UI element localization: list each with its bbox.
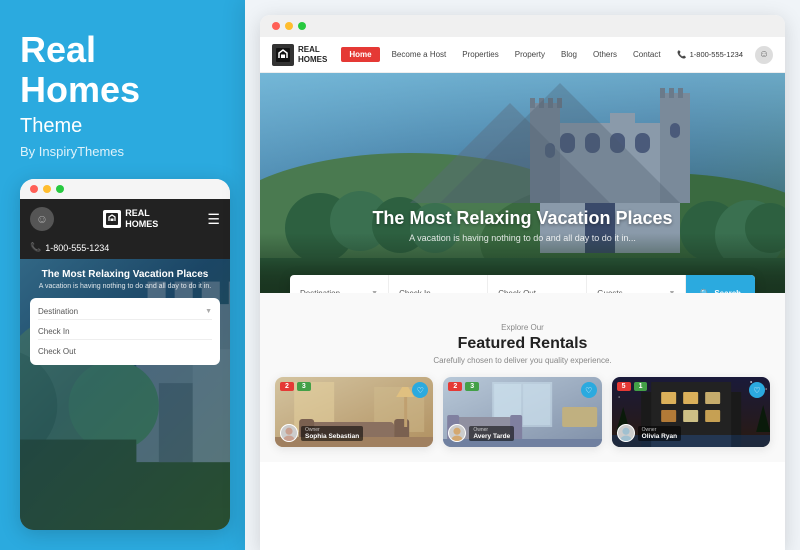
- property-card-3[interactable]: 5 1 ♡ Owner Olivia Ryan: [612, 377, 770, 447]
- minimize-dot: [43, 185, 51, 193]
- theme-by: By InspiryThemes: [20, 144, 230, 159]
- search-destination-field[interactable]: Destination ▼: [290, 275, 389, 293]
- nav-home-button[interactable]: Home: [341, 47, 379, 62]
- search-guests-field[interactable]: Guests ▼: [587, 275, 686, 293]
- guests-chevron-icon: ▼: [668, 290, 675, 294]
- nav-blog[interactable]: Blog: [557, 48, 581, 61]
- nav-phone: 📞 1-800-555-1234: [677, 50, 743, 59]
- mobile-hero-content: The Most Relaxing Vacation Places A vaca…: [30, 269, 220, 365]
- desktop-maximize-dot: [298, 22, 306, 30]
- card-3-badge-bath: 1: [634, 382, 648, 391]
- card-1-owner-avatar: [280, 424, 298, 442]
- card-3-owner: Owner Olivia Ryan: [617, 424, 681, 442]
- right-panel: REAL HOMES Home Become a Host Properties…: [245, 0, 800, 550]
- desktop-window: REAL HOMES Home Become a Host Properties…: [260, 15, 785, 550]
- mobile-phone-bar: 📞 1-800-555-1234: [20, 239, 230, 259]
- mobile-nav: ☺ REAL HOMES ☰: [20, 199, 230, 239]
- featured-rentals-section: Explore Our Featured Rentals Carefully c…: [260, 293, 785, 462]
- nav-user-icon[interactable]: ☺: [755, 46, 773, 64]
- desktop-search-bar: Destination ▼ Check In Check Out Guests …: [290, 275, 755, 293]
- desktop-hero-content: The Most Relaxing Vacation Places A vaca…: [260, 208, 785, 243]
- desktop-logo-icon: [272, 44, 294, 66]
- card-2-owner-info: Owner Avery Tarde: [469, 426, 514, 441]
- desktop-minimize-dot: [285, 22, 293, 30]
- desktop-hero-subtitle: A vacation is having nothing to do and a…: [260, 233, 785, 243]
- desktop-hero: The Most Relaxing Vacation Places A vaca…: [260, 73, 785, 293]
- card-1-owner: Owner Sophia Sebastian: [280, 424, 363, 442]
- search-icon: 🔍: [700, 289, 710, 294]
- card-1-image: 2 3 ♡ Owner Sophia Sebastian: [275, 377, 433, 447]
- section-label: Explore Our: [275, 323, 770, 332]
- card-2-owner-avatar: [448, 424, 466, 442]
- mobile-hero-section: The Most Relaxing Vacation Places A vaca…: [20, 259, 230, 530]
- card-2-owner: Owner Avery Tarde: [448, 424, 514, 442]
- section-subtitle: Carefully chosen to deliver you quality …: [275, 356, 770, 365]
- mobile-avatar-icon: ☺: [30, 207, 54, 231]
- mobile-logo-icon: [103, 210, 121, 228]
- desktop-logo: REAL HOMES: [272, 44, 327, 66]
- mobile-titlebar: [20, 179, 230, 199]
- left-panel: Real Homes Theme By InspiryThemes ☺: [0, 0, 250, 550]
- nav-contact[interactable]: Contact: [629, 48, 665, 61]
- desktop-logo-text: REAL HOMES: [298, 45, 327, 64]
- mobile-logo: REAL HOMES: [103, 208, 158, 230]
- hamburger-icon[interactable]: ☰: [207, 211, 220, 228]
- card-3-badge-bed: 5: [617, 382, 631, 391]
- search-button[interactable]: 🔍 Search: [686, 275, 755, 293]
- nav-become-host[interactable]: Become a Host: [388, 48, 451, 61]
- mobile-destination-field[interactable]: Destination ▼: [38, 304, 212, 320]
- desktop-nav: REAL HOMES Home Become a Host Properties…: [260, 37, 785, 73]
- card-1-badges: 2 3: [280, 382, 311, 391]
- nav-property[interactable]: Property: [511, 48, 549, 61]
- card-1-owner-info: Owner Sophia Sebastian: [301, 426, 363, 441]
- chevron-down-icon: ▼: [205, 308, 212, 315]
- mobile-logo-text: REAL HOMES: [125, 208, 158, 230]
- card-2-save-icon[interactable]: ♡: [581, 382, 597, 398]
- card-2-badge-bed: 2: [448, 382, 462, 391]
- nav-properties[interactable]: Properties: [458, 48, 502, 61]
- card-3-image: 5 1 ♡ Owner Olivia Ryan: [612, 377, 770, 447]
- desktop-titlebar: [260, 15, 785, 37]
- mobile-hero-title: The Most Relaxing Vacation Places: [30, 269, 220, 280]
- theme-title: Real Homes: [20, 30, 230, 109]
- card-2-badges: 2 3: [448, 382, 479, 391]
- mobile-search-form: Destination ▼ Check In Check Out: [30, 298, 220, 365]
- desktop-hero-title: The Most Relaxing Vacation Places: [260, 208, 785, 229]
- property-card-1[interactable]: 2 3 ♡ Owner Sophia Sebastian: [275, 377, 433, 447]
- maximize-dot: [56, 185, 64, 193]
- section-title: Featured Rentals: [275, 335, 770, 353]
- nav-others[interactable]: Others: [589, 48, 621, 61]
- card-1-badge-bed: 2: [280, 382, 294, 391]
- card-2-image: 2 3 ♡ Owner Avery Tarde: [443, 377, 601, 447]
- card-1-badge-bath: 3: [297, 382, 311, 391]
- card-3-badges: 5 1: [617, 382, 648, 391]
- mobile-checkout-field[interactable]: Check Out: [38, 344, 212, 359]
- close-dot: [30, 185, 38, 193]
- mobile-checkin-field[interactable]: Check In: [38, 324, 212, 340]
- card-3-owner-avatar: [617, 424, 635, 442]
- search-checkout-field[interactable]: Check Out: [488, 275, 587, 293]
- mobile-hero-subtitle: A vacation is having nothing to do and a…: [30, 283, 220, 290]
- property-card-2[interactable]: 2 3 ♡ Owner Avery Tarde: [443, 377, 601, 447]
- desktop-close-dot: [272, 22, 280, 30]
- property-cards-list: 2 3 ♡ Owner Sophia Sebastian: [275, 377, 770, 447]
- theme-subtitle: Theme: [20, 115, 230, 138]
- search-checkin-field[interactable]: Check In: [389, 275, 488, 293]
- mobile-preview-card: ☺ REAL HOMES ☰ 📞 1-800-555-1234: [20, 179, 230, 530]
- card-3-owner-info: Owner Olivia Ryan: [638, 426, 681, 441]
- card-3-save-icon[interactable]: ♡: [749, 382, 765, 398]
- destination-chevron-icon: ▼: [371, 290, 378, 294]
- card-2-badge-bath: 3: [465, 382, 479, 391]
- mobile-phone-number: 1-800-555-1234: [45, 243, 109, 253]
